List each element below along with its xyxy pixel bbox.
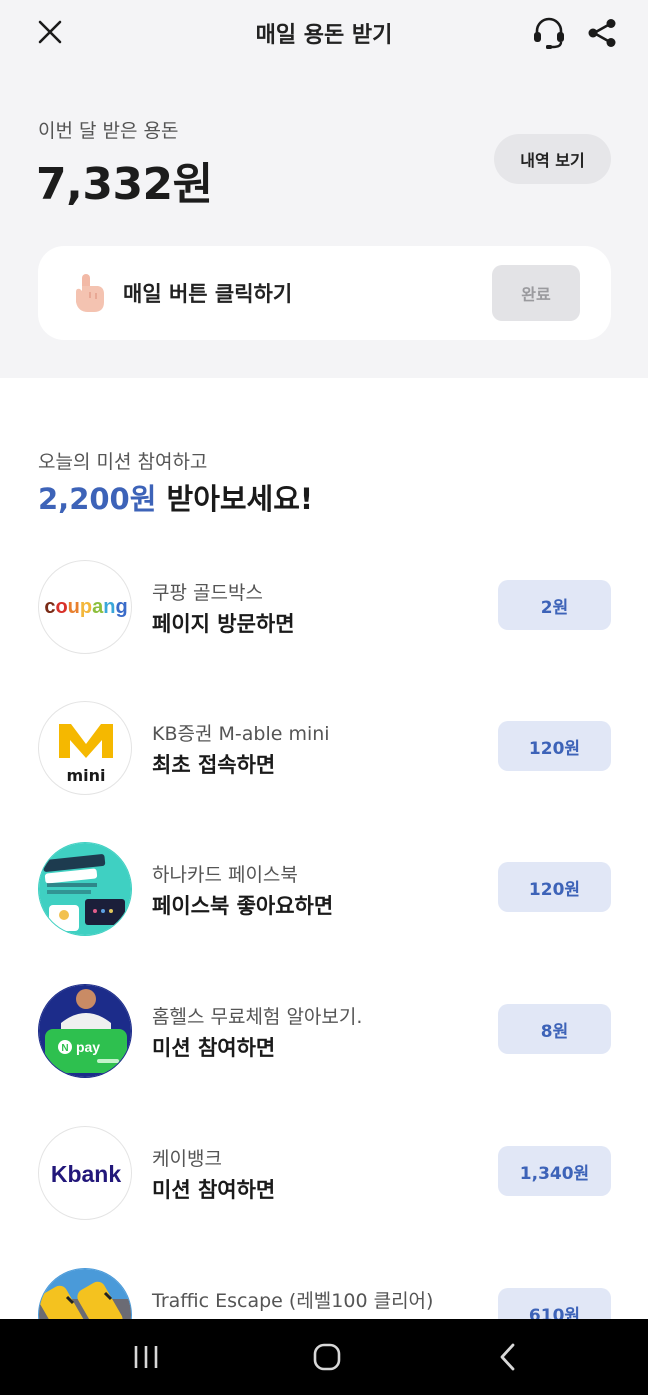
mission-reward-button[interactable]: 120원 — [498, 721, 611, 771]
mission-description: 페이스북 좋아요하면 — [152, 894, 334, 918]
npay-homehels-logo: N pay — [38, 984, 132, 1078]
mission-total-amount: 2,200원 — [38, 482, 157, 516]
daily-click-label: 매일 버튼 클릭하기 — [123, 282, 293, 306]
mission-description: 미션 참여하면 — [152, 1178, 276, 1202]
mission-reward-button[interactable]: 1,340원 — [498, 1146, 611, 1196]
back-icon[interactable] — [478, 1333, 538, 1381]
hanacard-facebook-logo — [38, 842, 132, 936]
svg-text:pay: pay — [76, 1039, 100, 1055]
view-history-button[interactable]: 내역 보기 — [494, 134, 611, 184]
daily-click-card: 매일 버튼 클릭하기 완료 — [38, 246, 611, 340]
recents-icon[interactable] — [116, 1333, 176, 1381]
kbank-logo: Kbank — [38, 1126, 132, 1220]
mission-headline-suffix: 받아보세요! — [156, 482, 314, 516]
close-icon[interactable] — [32, 14, 68, 50]
app-header: 매일 용돈 받기 — [0, 0, 648, 68]
mission-title: 홈헬스 무료체험 알아보기. — [152, 1006, 363, 1028]
mable-mini-logo: mini — [38, 701, 132, 795]
mission-reward-button[interactable]: 2원 — [498, 580, 611, 630]
mission-reward-button[interactable]: 120원 — [498, 862, 611, 912]
mission-item[interactable]: Kbank 케이뱅크 미션 참여하면 1,340원 — [0, 1126, 648, 1222]
mission-title: 케이뱅크 — [152, 1148, 222, 1170]
mission-reward-button[interactable]: 8원 — [498, 1004, 611, 1054]
system-nav-bar — [0, 1319, 648, 1395]
daily-done-button: 완료 — [492, 265, 580, 321]
svg-text:N: N — [61, 1043, 68, 1054]
mission-description: 페이지 방문하면 — [152, 612, 295, 636]
mission-item[interactable]: 하나카드 페이스북 페이스북 좋아요하면 120원 — [0, 842, 648, 938]
pointing-finger-icon — [70, 272, 110, 314]
headset-icon[interactable] — [528, 12, 570, 54]
mission-title: 쿠팡 골드박스 — [152, 582, 263, 604]
mission-title: 하나카드 페이스북 — [152, 864, 298, 886]
share-icon[interactable] — [582, 12, 622, 54]
mission-description: 미션 참여하면 — [152, 1036, 276, 1060]
mission-headline: 2,200원 받아보세요! — [38, 476, 313, 518]
mission-subtitle: 오늘의 미션 참여하고 — [38, 451, 208, 473]
mission-item[interactable]: coupang 쿠팡 골드박스 페이지 방문하면 2원 — [0, 560, 648, 656]
mission-title: Traffic Escape (레벨100 클리어) — [152, 1290, 434, 1312]
balance-amount: 7,332원 — [36, 159, 213, 210]
svg-text:Kbank: Kbank — [51, 1161, 122, 1187]
home-icon[interactable] — [297, 1333, 357, 1381]
mission-item[interactable]: N pay 홈헬스 무료체험 알아보기. 미션 참여하면 8원 — [0, 984, 648, 1080]
balance-label: 이번 달 받은 용돈 — [38, 120, 179, 142]
coupang-logo: coupang — [38, 560, 132, 654]
mission-title: KB증권 M-able mini — [152, 723, 330, 745]
mission-item[interactable]: mini KB증권 M-able mini 최초 접속하면 120원 — [0, 701, 648, 797]
svg-text:coupang: coupang — [44, 596, 127, 618]
mission-description: 최초 접속하면 — [152, 753, 276, 777]
svg-text:mini: mini — [66, 766, 105, 785]
